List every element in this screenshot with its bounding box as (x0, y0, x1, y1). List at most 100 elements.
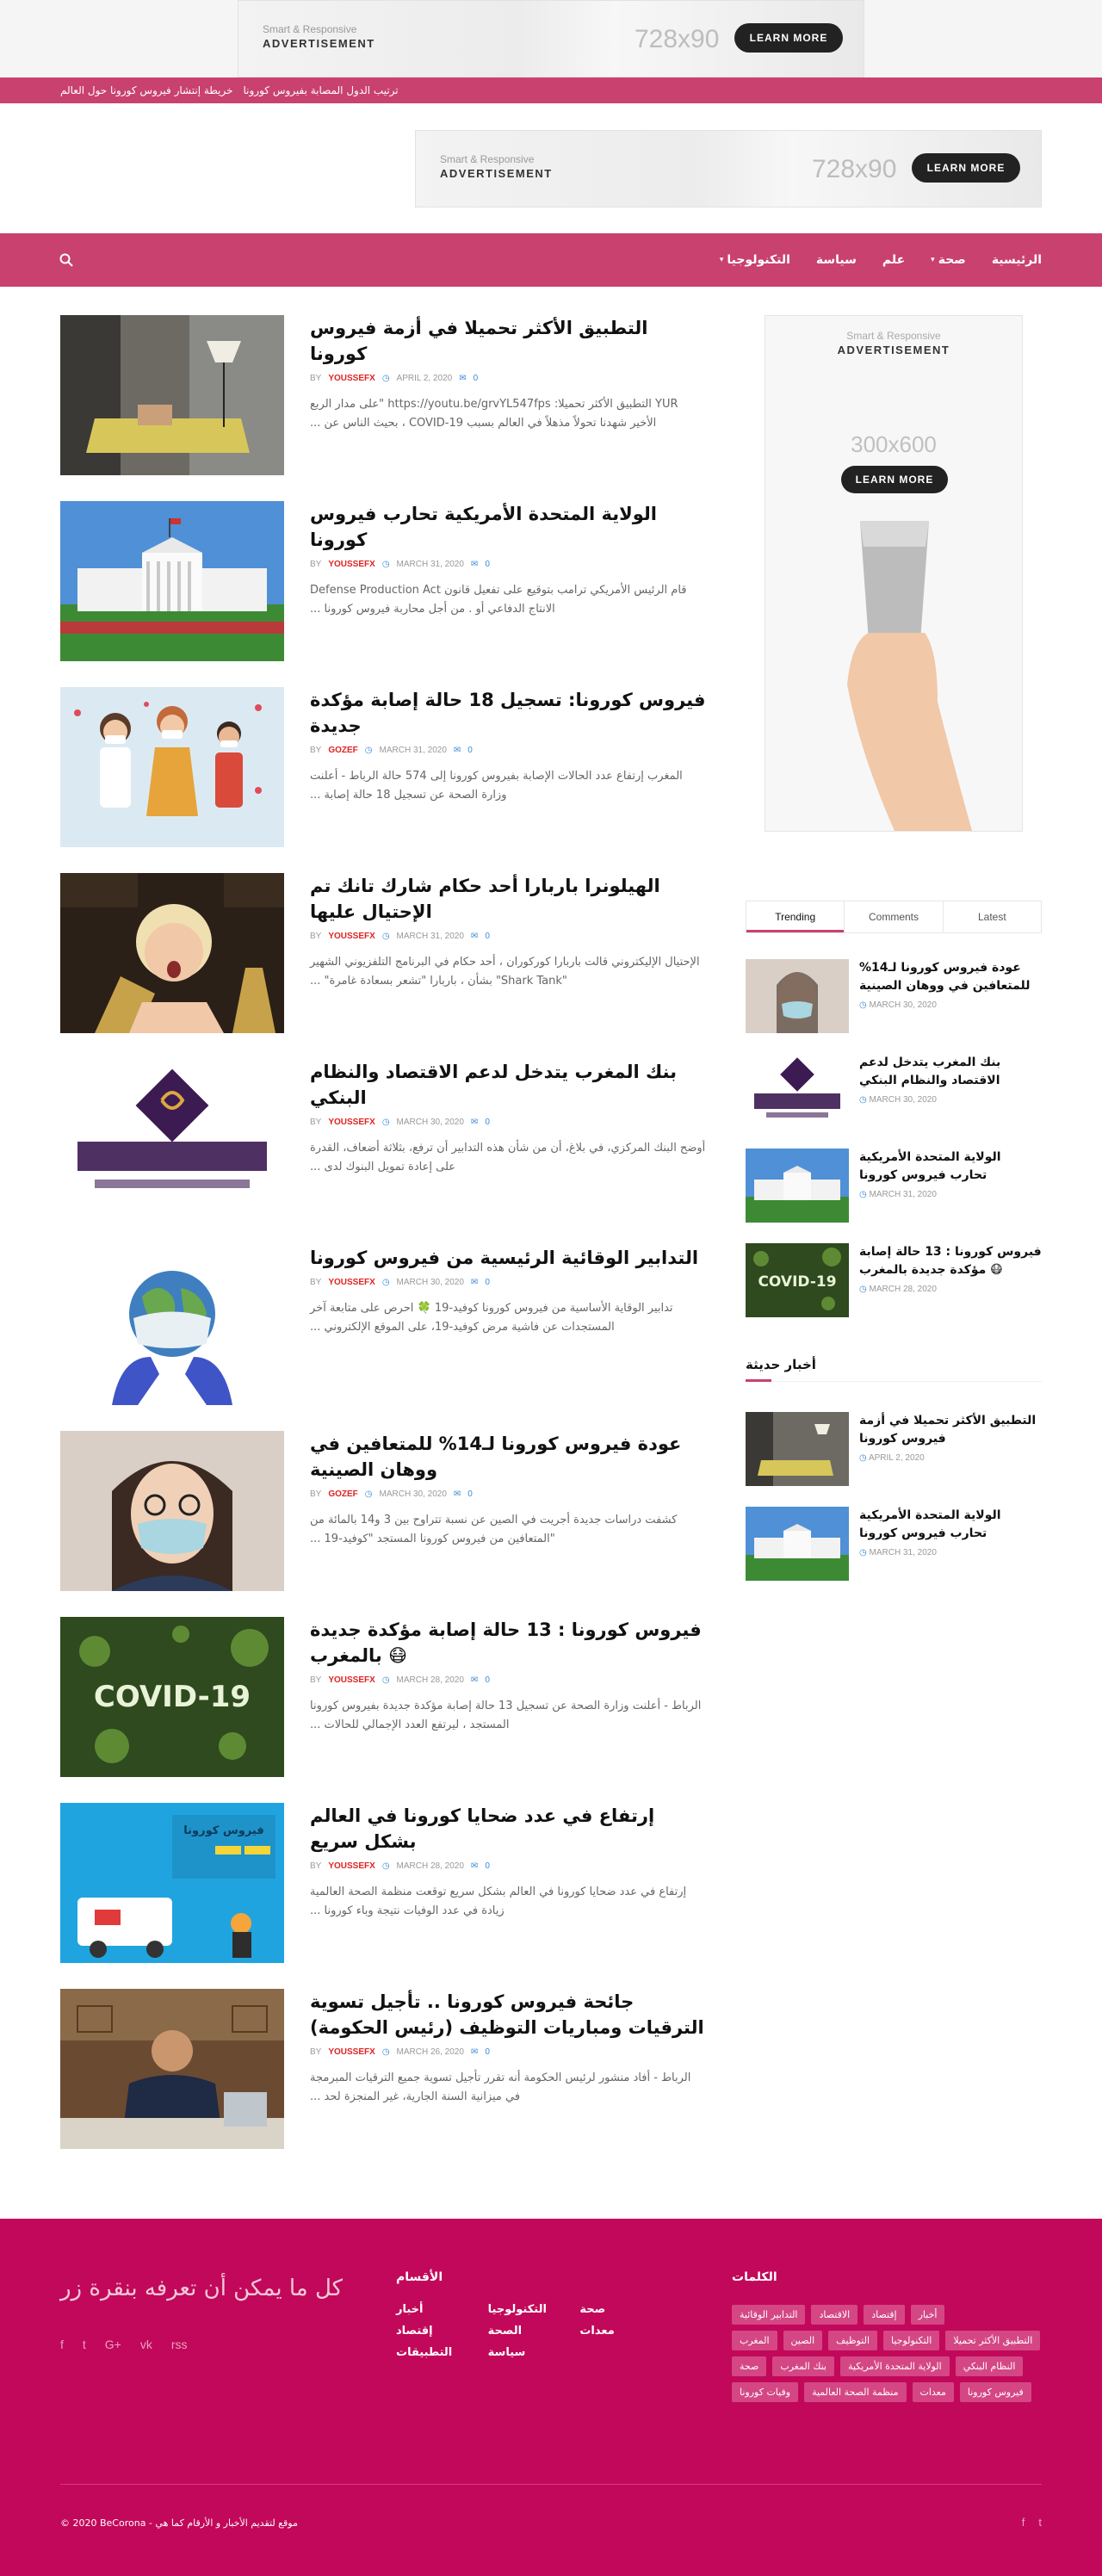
footer-link[interactable]: معدات (579, 2325, 672, 2338)
trending-link-1[interactable]: ترتيب الدول المصابة بفيروس كورونا (244, 84, 399, 96)
tag[interactable]: الصين (783, 2331, 823, 2350)
trending-title[interactable]: عودة فيروس كورونا لـ14% للمتعافين في ووه… (859, 959, 1042, 995)
trending-thumbnail[interactable] (746, 959, 849, 1033)
article-title[interactable]: التطبيق الأكثر تحميلا في أزمة فيروس كورو… (310, 315, 706, 367)
trending-thumbnail[interactable]: COVID-19 (746, 1243, 849, 1317)
tag[interactable]: إقتصاد (864, 2305, 905, 2325)
article-comments[interactable]: 0 (474, 374, 479, 383)
article-thumbnail[interactable] (60, 1989, 284, 2149)
article-thumbnail[interactable] (60, 501, 284, 661)
recent-thumbnail[interactable] (746, 1507, 849, 1581)
article-comments[interactable]: 0 (485, 1118, 490, 1127)
tag[interactable]: صحة (732, 2356, 767, 2376)
footer-link[interactable]: إقتصاد (396, 2325, 488, 2338)
ad-learn-more-button[interactable]: LEARN MORE (841, 466, 948, 493)
footer-link[interactable]: صحة (579, 2303, 672, 2316)
article-author[interactable]: YOUSSEFX (328, 1675, 375, 1685)
tag[interactable]: التطبيق الأكثر تحميلا (945, 2331, 1041, 2350)
tag[interactable]: التدابير الوقائية (732, 2305, 806, 2325)
recent-title[interactable]: الولاية المتحدة الأمريكية تحارب فيروس كو… (859, 1507, 1042, 1543)
trending-title[interactable]: فيروس كورونا : 13 حالة إصابة 😷 مؤكدة جدي… (859, 1243, 1042, 1279)
footer-link[interactable]: سياسة (488, 2346, 580, 2359)
ad-learn-more-button[interactable]: LEARN MORE (734, 23, 843, 53)
article-title[interactable]: التدابير الوقائية الرئيسية من فيروس كورو… (310, 1245, 706, 1271)
sidebar-ad[interactable]: Smart & Responsive ADVERTISEMENT 300x600… (765, 315, 1023, 832)
google-plus-icon[interactable]: G+ (105, 2338, 121, 2351)
article-comments[interactable]: 0 (485, 932, 490, 941)
footer-link[interactable]: أخبار (396, 2303, 488, 2316)
article-title[interactable]: جائحة فيروس كورونا .. تأجيل تسوية الترقي… (310, 1989, 706, 2040)
trending-link-2[interactable]: خريطة إنتشار فيروس كورونا حول العالم (60, 84, 233, 96)
footer-link[interactable]: التطبيقات (396, 2346, 488, 2359)
tag[interactable]: المغرب (732, 2331, 777, 2350)
article-thumbnail[interactable] (60, 315, 284, 475)
article-author[interactable]: YOUSSEFX (328, 1278, 375, 1287)
article-comments[interactable]: 0 (485, 1278, 490, 1287)
header-ad-banner[interactable]: Smart & Responsive ADVERTISEMENT 728x90 … (415, 130, 1042, 207)
tag[interactable]: التوظيف (828, 2331, 878, 2350)
trending-thumbnail[interactable] (746, 1149, 849, 1223)
trending-thumbnail[interactable] (746, 1054, 849, 1128)
tag[interactable]: بنك المغرب (772, 2356, 834, 2376)
twitter-icon[interactable]: t (83, 2338, 86, 2351)
trending-title[interactable]: الولاية المتحدة الأمريكية تحارب فيروس كو… (859, 1149, 1042, 1185)
article-author[interactable]: YOUSSEFX (328, 1861, 375, 1871)
vk-icon[interactable]: vk (140, 2338, 152, 2351)
nav-technology[interactable]: التكنولوجيا ▾ (720, 253, 790, 267)
article-author[interactable]: YOUSSEFX (328, 1118, 375, 1127)
search-icon[interactable] (59, 252, 74, 268)
article-comments[interactable]: 0 (485, 1861, 490, 1871)
article-title[interactable]: فيروس كورونا : 13 حالة إصابة مؤكدة جديدة… (310, 1617, 706, 1669)
tag[interactable]: أخبار (910, 2305, 945, 2325)
article-author[interactable]: GOZEF (328, 746, 357, 755)
article-thumbnail[interactable] (60, 687, 284, 847)
article-thumbnail[interactable]: فيروس كورونا (60, 1803, 284, 1963)
tag[interactable]: وفيات كورونا (732, 2382, 799, 2402)
article-title[interactable]: إرتفاع في عدد ضحايا كورونا في العالم بشك… (310, 1803, 706, 1855)
facebook-icon[interactable]: f (1022, 2516, 1025, 2529)
tag[interactable]: الولاية المتحدة الأمريكية (840, 2356, 950, 2376)
tag[interactable]: منظمة الصحة العالمية (804, 2382, 907, 2402)
article-author[interactable]: YOUSSEFX (328, 2047, 375, 2057)
nav-science[interactable]: علم (882, 253, 905, 267)
recent-thumbnail[interactable] (746, 1412, 849, 1486)
rss-icon[interactable]: rss (171, 2338, 188, 2351)
trending-title[interactable]: بنك المغرب يتدخل لدعم الاقتصاد والنظام ا… (859, 1054, 1042, 1090)
nav-politics[interactable]: سياسة (816, 253, 857, 267)
top-ad-banner[interactable]: Smart & Responsive ADVERTISEMENT 728x90 … (238, 0, 864, 77)
article-thumbnail[interactable] (60, 873, 284, 1033)
ad-learn-more-button[interactable]: LEARN MORE (912, 153, 1020, 183)
tag[interactable]: الاقتصاد (811, 2305, 858, 2325)
article-title[interactable]: الولاية المتحدة الأمريكية تحارب فيروس كو… (310, 501, 706, 553)
footer-link[interactable]: التكنولوجيا (488, 2303, 580, 2316)
article-comments[interactable]: 0 (485, 2047, 490, 2057)
article-thumbnail[interactable] (60, 1431, 284, 1591)
article-thumbnail[interactable] (60, 1245, 284, 1405)
article-author[interactable]: YOUSSEFX (328, 374, 375, 383)
article-author[interactable]: GOZEF (328, 1489, 357, 1499)
tab-latest[interactable]: Latest (942, 901, 1041, 932)
tag[interactable]: التكنولوجيا (883, 2331, 940, 2350)
tag[interactable]: النظام البنكي (955, 2356, 1024, 2376)
article-comments[interactable]: 0 (485, 560, 490, 569)
tag[interactable]: معدات (912, 2382, 954, 2402)
nav-health[interactable]: صحة ▾ (931, 253, 966, 267)
article-comments[interactable]: 0 (485, 1675, 490, 1685)
article-comments[interactable]: 0 (467, 1489, 473, 1499)
article-title[interactable]: فيروس كورونا: تسجيل 18 حالة إصابة مؤكدة … (310, 687, 706, 739)
article-title[interactable]: بنك المغرب يتدخل لدعم الاقتصاد والنظام ا… (310, 1059, 706, 1111)
recent-title[interactable]: التطبيق الأكثر تحميلا في أزمة فيروس كورو… (859, 1412, 1042, 1448)
article-author[interactable]: YOUSSEFX (328, 560, 375, 569)
footer-link[interactable]: الصحة (488, 2325, 580, 2338)
twitter-icon[interactable]: t (1038, 2516, 1042, 2529)
facebook-icon[interactable]: f (60, 2338, 64, 2351)
article-thumbnail[interactable] (60, 1059, 284, 1219)
tab-trending[interactable]: Trending (746, 901, 845, 932)
article-title[interactable]: الهيلونرا باربارا أحد حكام شارك تانك تم … (310, 873, 706, 925)
article-comments[interactable]: 0 (467, 746, 473, 755)
nav-home[interactable]: الرئيسية (992, 253, 1042, 267)
article-thumbnail[interactable]: COVID-19 (60, 1617, 284, 1777)
tab-comments[interactable]: Comments (844, 901, 942, 932)
tag[interactable]: فيروس كورونا (959, 2382, 1031, 2402)
article-author[interactable]: YOUSSEFX (328, 932, 375, 941)
